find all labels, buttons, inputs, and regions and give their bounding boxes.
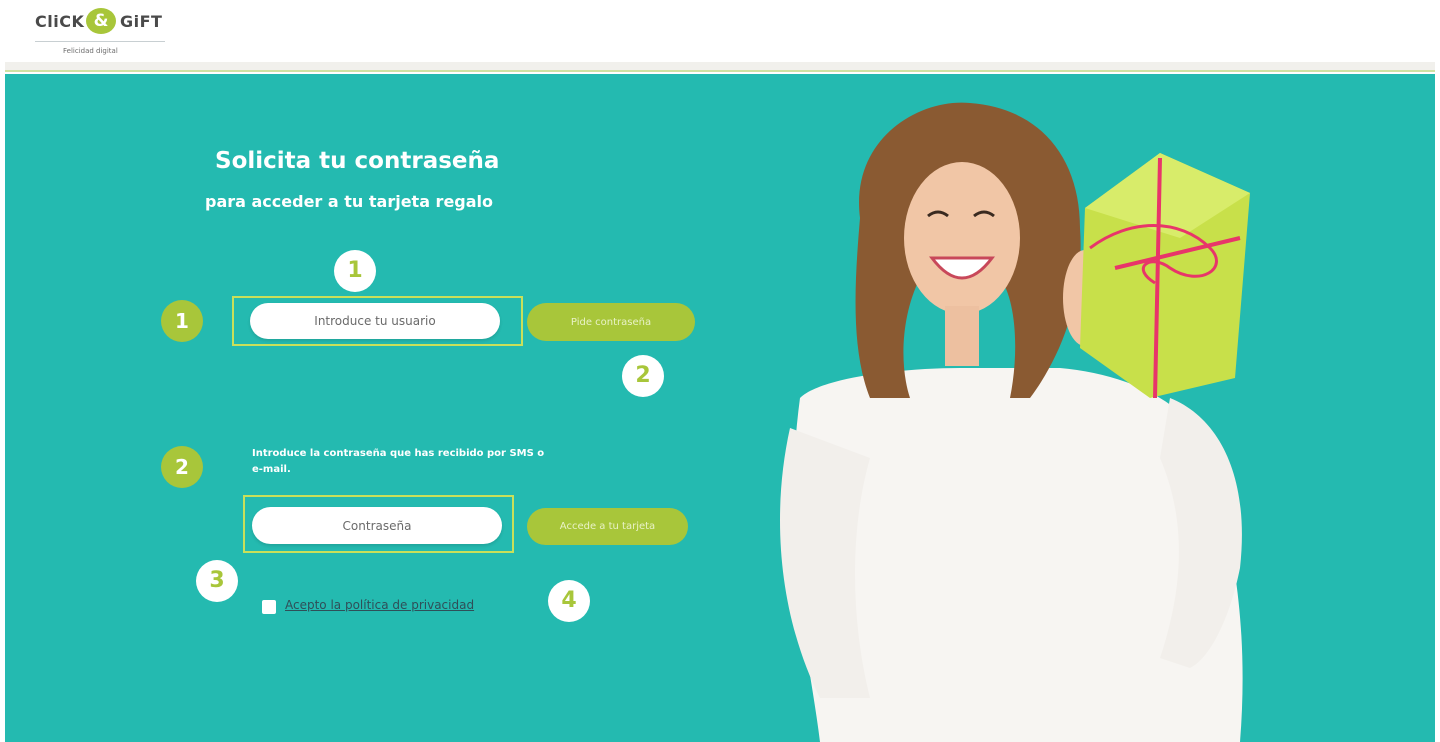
callout-marker-4: 4 (548, 580, 590, 622)
username-input[interactable] (250, 303, 500, 339)
callout-marker-3: 3 (196, 560, 238, 602)
step-2-badge: 2 (161, 446, 203, 488)
password-input[interactable] (252, 507, 502, 544)
hero-image (780, 102, 1250, 742)
neck-shape (945, 306, 979, 366)
callout-marker-1: 1 (334, 250, 376, 292)
page-title: Solicita tu contraseña (215, 148, 500, 174)
callout-marker-2: 2 (622, 355, 664, 397)
logo-tagline: Felicidad digital (63, 47, 118, 55)
request-password-button[interactable]: Pide contraseña (527, 303, 695, 341)
face-shape (904, 162, 1020, 314)
logo-ampersand-icon: & (86, 8, 116, 34)
gift-box-icon (1080, 153, 1250, 399)
page-subtitle: para acceder a tu tarjeta regalo (205, 192, 494, 211)
privacy-checkbox[interactable] (262, 600, 276, 614)
privacy-policy-link[interactable]: Acepto la política de privacidad (285, 598, 474, 612)
access-card-button[interactable]: Accede a tu tarjeta (527, 508, 688, 545)
step-1-badge: 1 (161, 300, 203, 342)
logo[interactable]: CliCK & GiFT Felicidad digital (35, 8, 170, 58)
logo-word-left: CliCK (35, 12, 85, 31)
header-divider-band (5, 62, 1435, 72)
header: CliCK & GiFT Felicidad digital (0, 0, 1440, 62)
logo-divider (35, 41, 165, 42)
logo-word-right: GiFT (120, 12, 163, 31)
password-instruction: Introduce la contraseña que has recibido… (252, 448, 545, 475)
